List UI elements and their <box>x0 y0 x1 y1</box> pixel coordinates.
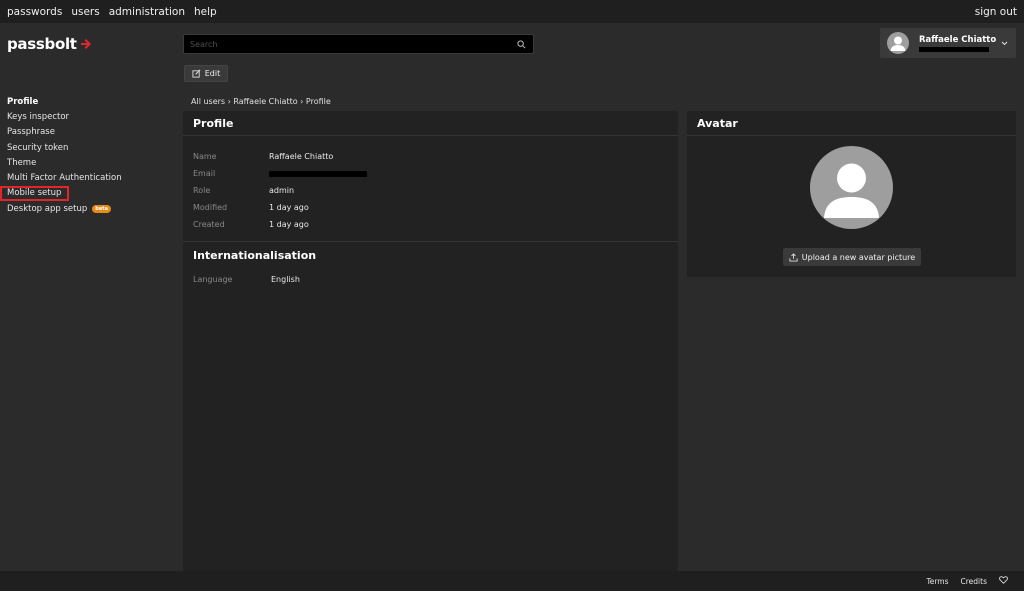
heart-icon[interactable] <box>999 576 1008 586</box>
user-email-redacted <box>919 46 989 52</box>
field-value: 1 day ago <box>269 220 309 229</box>
user-name: Raffaele Chiatto <box>919 34 997 45</box>
nav-users[interactable]: users <box>71 6 99 18</box>
field-label: Email <box>193 169 216 178</box>
sidebar-item-desktop-app-setup[interactable]: Desktop app setup beta <box>0 201 183 216</box>
logo-mark-icon <box>80 39 91 49</box>
profile-title: Profile <box>183 111 678 136</box>
user-menu[interactable]: Raffaele Chiatto <box>880 28 1016 58</box>
breadcrumb[interactable]: All users › Raffaele Chiatto › Profile <box>191 97 331 106</box>
sidebar-item-label: Security token <box>7 142 69 153</box>
nav-passwords[interactable]: passwords <box>7 6 62 18</box>
field-label: Name <box>193 152 217 161</box>
avatar-title: Avatar <box>687 111 1016 136</box>
terms-link[interactable]: Terms <box>926 577 948 586</box>
sidebar-item-mobile-setup[interactable]: Mobile setup <box>0 185 69 202</box>
sidebar-item-label: Multi Factor Authentication <box>7 173 122 184</box>
footer: Terms Credits <box>0 571 1024 591</box>
sidebar-item-security-token[interactable]: Security token <box>0 140 183 155</box>
top-nav-links: passwords users administration help <box>7 6 217 18</box>
field-value: 1 day ago <box>269 203 309 212</box>
search-input[interactable] <box>190 39 515 49</box>
upload-button-label: Upload a new avatar picture <box>801 252 916 262</box>
field-name: Name Raffaele Chiatto <box>193 148 668 165</box>
beta-badge: beta <box>92 204 111 213</box>
edit-icon <box>192 69 201 78</box>
chevron-down-icon[interactable] <box>999 41 1009 46</box>
field-email: Email <box>193 165 668 182</box>
sidebar-item-label: Desktop app setup <box>7 203 88 214</box>
field-label: Modified <box>193 203 228 212</box>
field-role: Role admin <box>193 182 668 199</box>
sidebar-item-label: Keys inspector <box>7 111 70 122</box>
nav-help[interactable]: help <box>194 6 217 18</box>
user-info: Raffaele Chiatto <box>919 35 999 52</box>
passbolt-logo[interactable]: passbolt <box>7 35 92 53</box>
email-redacted <box>269 170 367 177</box>
field-modified: Modified 1 day ago <box>193 199 668 216</box>
field-created: Created 1 day ago <box>193 216 668 233</box>
avatar-panel: Avatar Upload a new avatar picture <box>687 111 1016 277</box>
profile-fields: Name Raffaele Chiatto Email Role admin M… <box>183 136 678 233</box>
search-bar[interactable] <box>183 34 534 54</box>
sign-out-link[interactable]: sign out <box>975 6 1017 18</box>
internationalisation-title: Internationalisation <box>193 249 317 262</box>
upload-avatar-button[interactable]: Upload a new avatar picture <box>783 248 921 266</box>
avatar-picture <box>810 146 893 229</box>
sidebar-item-theme[interactable]: Theme <box>0 155 183 170</box>
sidebar-item-label: Theme <box>7 157 37 168</box>
edit-button-label: Edit <box>204 69 221 78</box>
sidebar-item-label: Profile <box>7 96 39 107</box>
upload-icon <box>789 252 798 262</box>
sidebar-item-keys-inspector[interactable]: Keys inspector <box>0 109 183 124</box>
field-value: admin <box>269 186 295 195</box>
sidebar-item-label: Passphrase <box>7 127 55 138</box>
field-value: Raffaele Chiatto <box>269 152 334 161</box>
sidebar-item-profile[interactable]: Profile <box>0 94 183 109</box>
sidebar-item-label: Mobile setup <box>7 188 62 199</box>
sidebar: Profile Keys inspector Passphrase Securi… <box>0 91 183 571</box>
field-label: Language <box>193 275 233 284</box>
nav-administration[interactable]: administration <box>109 6 185 18</box>
field-value: English <box>271 275 300 284</box>
field-label: Created <box>193 220 225 229</box>
user-avatar <box>887 32 909 54</box>
top-navigation: passwords users administration help sign… <box>0 0 1024 23</box>
sidebar-item-passphrase[interactable]: Passphrase <box>0 125 183 140</box>
credits-link[interactable]: Credits <box>961 577 987 586</box>
logo-text: passbolt <box>7 35 77 53</box>
edit-button[interactable]: Edit <box>184 65 228 82</box>
sidebar-item-mfa[interactable]: Multi Factor Authentication <box>0 170 183 185</box>
search-icon[interactable] <box>515 38 527 50</box>
internationalisation-section: Internationalisation Language English <box>183 241 678 288</box>
field-language: Language English <box>193 271 668 288</box>
field-label: Role <box>193 186 211 195</box>
profile-panel: Profile Name Raffaele Chiatto Email Role… <box>183 111 678 571</box>
header: passbolt Edit Raffaele Chiatto <box>0 23 1024 91</box>
